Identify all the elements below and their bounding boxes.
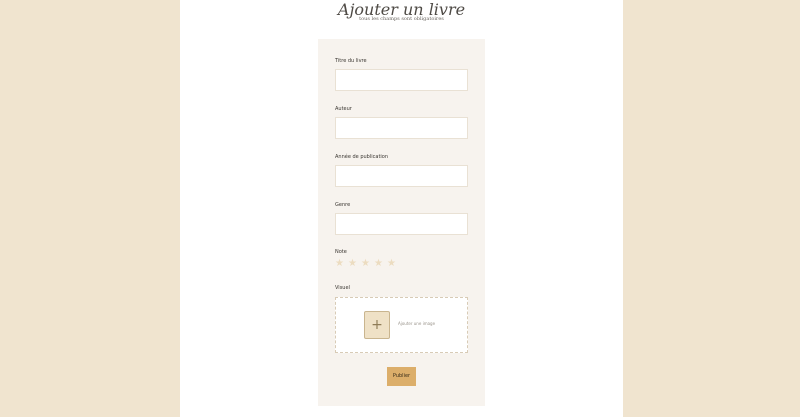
author-input[interactable] (335, 117, 468, 139)
year-label: Année de publication (335, 154, 389, 160)
plus-icon: + (371, 317, 383, 333)
add-image-button[interactable]: + (364, 311, 390, 339)
title-input[interactable] (335, 69, 468, 91)
genre-input[interactable] (335, 213, 468, 235)
star-icon[interactable]: ★ (374, 259, 383, 269)
image-dropzone[interactable]: + Ajouter une image (335, 297, 468, 353)
add-book-form: Titre du livre Auteur Année de publicati… (318, 39, 485, 406)
star-rating: ★ ★ ★ ★ ★ (335, 259, 396, 269)
star-icon[interactable]: ★ (348, 259, 357, 269)
star-icon[interactable]: ★ (335, 259, 344, 269)
title-label: Titre du livre (335, 58, 367, 64)
dropzone-hint: Ajouter une image (398, 321, 436, 326)
star-icon[interactable]: ★ (361, 259, 370, 269)
page-content: Ajouter un livre tous les champs sont ob… (180, 0, 623, 417)
cover-label: Visuel (335, 285, 350, 291)
rating-label: Note (335, 249, 347, 255)
star-icon[interactable]: ★ (387, 259, 396, 269)
publish-button[interactable]: Publier (387, 367, 416, 386)
page-subtitle: tous les champs sont obligatoires (359, 16, 444, 22)
genre-label: Genre (335, 202, 351, 208)
author-label: Auteur (335, 106, 352, 112)
year-input[interactable] (335, 165, 468, 187)
